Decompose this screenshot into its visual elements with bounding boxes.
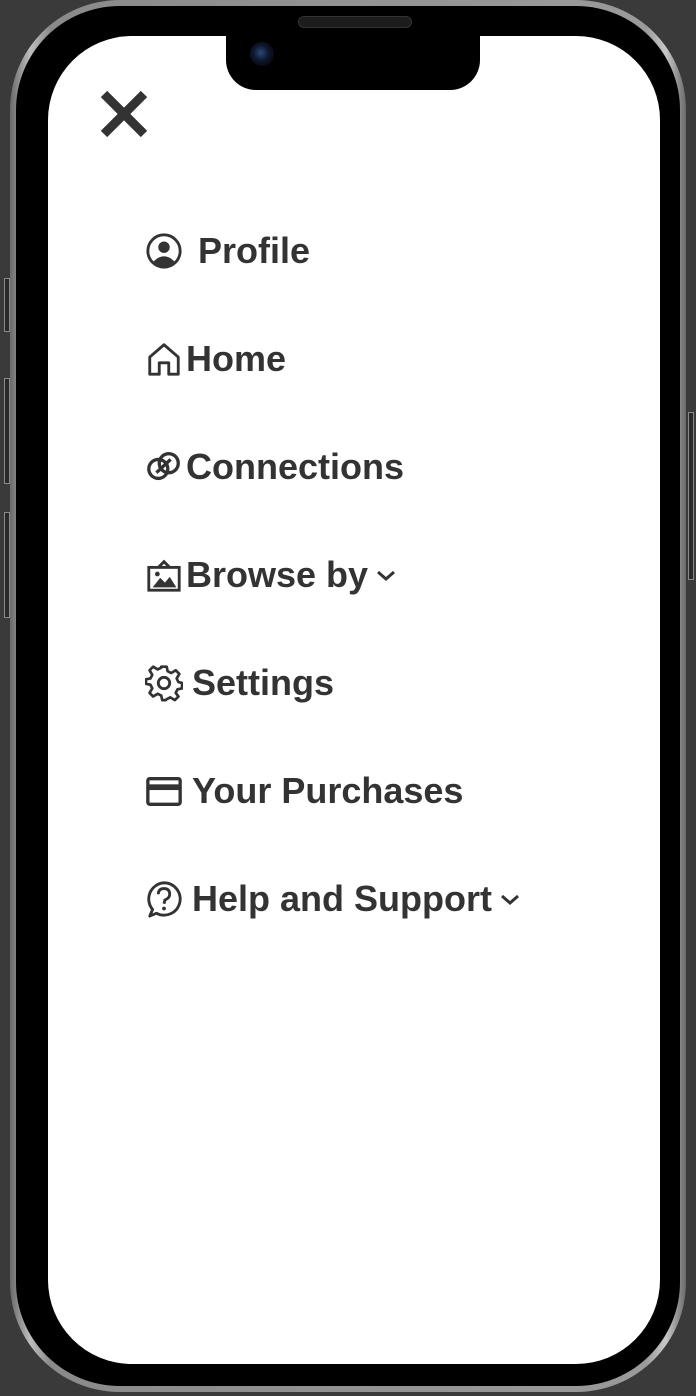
close-icon <box>100 90 148 138</box>
menu-item-your-purchases[interactable]: Your Purchases <box>144 762 522 820</box>
user-circle-icon <box>144 231 184 271</box>
connections-icon <box>144 447 184 487</box>
chevron-down-icon[interactable] <box>498 887 522 911</box>
menu-item-label: Your Purchases <box>192 770 464 811</box>
side-button-volume-up <box>4 378 10 484</box>
side-menu: Profile Home Connections Browse by Setti… <box>144 222 522 978</box>
menu-item-help-and-support[interactable]: Help and Support <box>144 870 522 928</box>
menu-item-label: Profile <box>198 230 311 271</box>
side-button-power <box>688 412 694 580</box>
close-button[interactable] <box>96 86 152 142</box>
menu-item-connections[interactable]: Connections <box>144 438 522 496</box>
menu-item-browse-by[interactable]: Browse by <box>144 546 522 604</box>
gear-icon <box>144 663 184 703</box>
menu-item-label: Home <box>186 338 287 379</box>
camera-icon <box>250 42 274 66</box>
menu-item-profile[interactable]: Profile <box>144 222 522 280</box>
menu-item-home[interactable]: Home <box>144 330 522 388</box>
menu-item-label: Connections <box>186 446 405 487</box>
chevron-down-icon[interactable] <box>374 563 398 587</box>
home-icon <box>144 339 184 379</box>
speaker-grille <box>298 16 412 28</box>
side-button-mute <box>4 278 10 332</box>
menu-item-label: Browse by <box>186 554 369 595</box>
credit-card-icon <box>144 771 184 811</box>
menu-item-label: Settings <box>192 662 335 703</box>
side-button-volume-down <box>4 512 10 618</box>
help-bubble-icon <box>144 879 184 919</box>
image-icon <box>144 555 184 595</box>
menu-item-settings[interactable]: Settings <box>144 654 522 712</box>
menu-item-label: Help and Support <box>192 878 492 919</box>
